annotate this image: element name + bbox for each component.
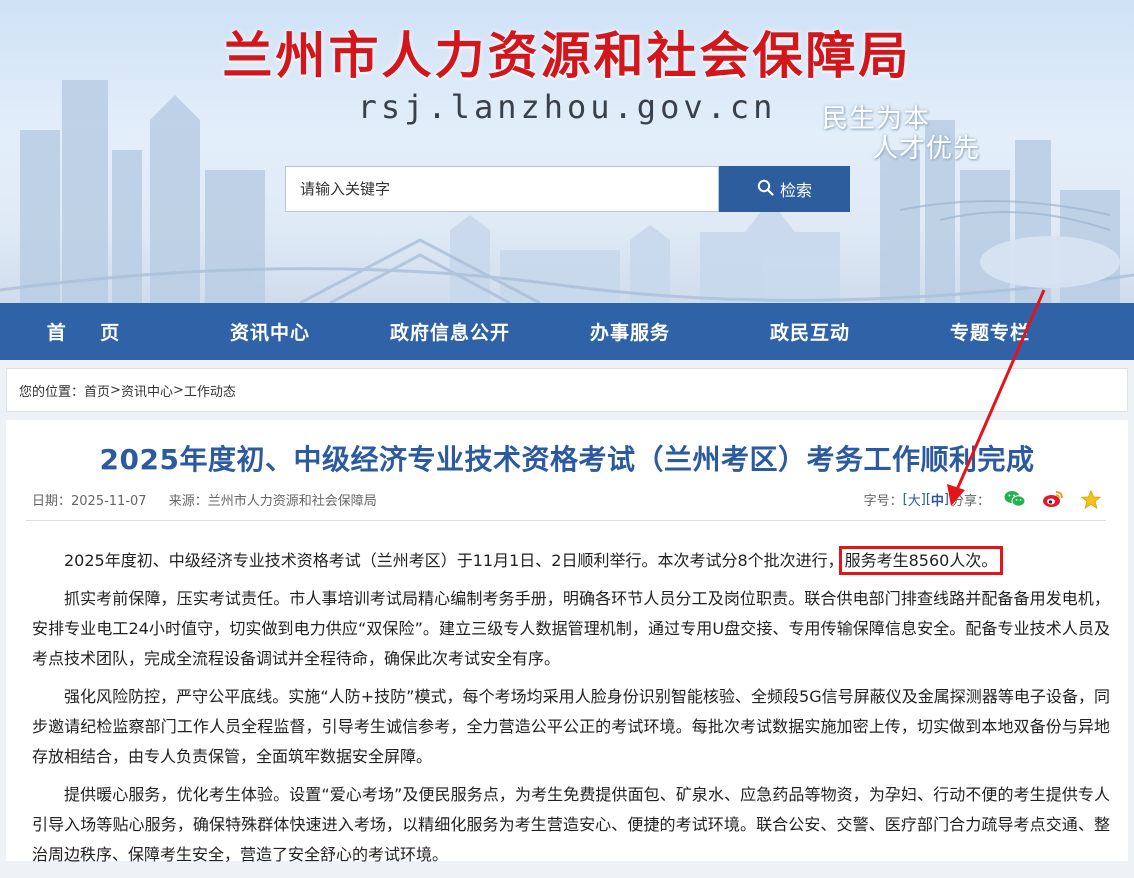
breadcrumb-home-link[interactable]: 首页 <box>84 381 110 400</box>
article-paragraph-3: 强化风险防控，严守公平底线。实施“人防+技防”模式，每个考场均采用人脸身份识别智… <box>32 687 1110 766</box>
wechat-icon[interactable] <box>1002 488 1028 510</box>
article-source: 来源：兰州市人力资源和社会保障局 <box>168 494 377 509</box>
article-body: 2025年度初、中级经济专业技术资格考试（兰州考区）于11月1日、2日顺利举行。… <box>32 546 1110 878</box>
breadcrumb-news-link[interactable]: 资讯中心 <box>121 381 173 400</box>
weibo-icon[interactable] <box>1040 488 1066 510</box>
main-nav: 首 页 资讯中心 政府信息公开 办事服务 政民互动 专题专栏 <box>0 303 1134 360</box>
font-size-medium-button[interactable]: 中 <box>931 490 944 509</box>
font-size-label: 字号： <box>863 493 903 509</box>
breadcrumb: 您的位置： 首页 > 资讯中心 > 工作动态 <box>6 368 1128 412</box>
paragraph-1-text: 2025年度初、中级经济专业技术资格考试（兰州考区）于11月1日、2日顺利举行。… <box>64 551 844 570</box>
search-icon <box>757 179 774 200</box>
breadcrumb-prefix: 您的位置： <box>19 384 85 400</box>
slogan-line-2: 人才优先 <box>872 134 981 164</box>
article-title: 2025年度初、中级经济专业技术资格考试（兰州考区）考务工作顺利完成 <box>99 443 1035 476</box>
article-date: 日期：2025-11-07 <box>32 494 147 509</box>
nav-item-home[interactable]: 首 页 <box>0 303 180 360</box>
nav-item-special-topics[interactable]: 专题专栏 <box>900 303 1080 360</box>
search-input[interactable] <box>286 167 718 211</box>
search-box <box>285 166 719 212</box>
article-panel: 2025年度初、中级经济专业技术资格考试（兰州考区）考务工作顺利完成 日期：20… <box>6 420 1128 864</box>
search-button[interactable]: 检索 <box>719 166 850 212</box>
meta-divider <box>26 520 1106 521</box>
article-paragraph-2: 抓实考前保障，压实考试责任。市人事培训考试局精心编制考务手册，明确各环节人员分工… <box>32 589 1110 668</box>
article-paragraph-1: 2025年度初、中级经济专业技术资格考试（兰州考区）于11月1日、2日顺利举行。… <box>32 546 1110 576</box>
site-title: 兰州市人力资源和社会保障局 <box>222 27 912 85</box>
site-url: rsj.lanzhou.gov.cn <box>357 88 777 126</box>
highlighted-examinee-count: 服务考生8560人次。 <box>838 546 1004 575</box>
article-tools: 字号： [大] [中] 分享： <box>864 488 1104 510</box>
breadcrumb-separator: > <box>110 382 121 398</box>
breadcrumb-work-news-link[interactable]: 工作动态 <box>184 381 236 400</box>
article-paragraph-4: 提供暖心服务，优化考生体验。设置“爱心考场”及便民服务点，为考生免费提供面包、矿… <box>32 785 1110 864</box>
nav-item-government-info[interactable]: 政府信息公开 <box>360 303 540 360</box>
bracket-close: ] <box>943 491 949 507</box>
article-meta: 日期：2025-11-07 来源：兰州市人力资源和社会保障局 <box>32 490 377 509</box>
nav-item-services[interactable]: 办事服务 <box>540 303 720 360</box>
breadcrumb-separator: > <box>172 382 184 398</box>
share-label: 分享： <box>950 493 990 509</box>
header-banner: 兰州市人力资源和社会保障局 rsj.lanzhou.gov.cn 民生为本 人才… <box>0 0 1134 303</box>
favorite-star-icon[interactable] <box>1078 488 1104 510</box>
search-button-label: 检索 <box>779 181 812 200</box>
nav-item-news-center[interactable]: 资讯中心 <box>180 303 360 360</box>
nav-item-interaction[interactable]: 政民互动 <box>720 303 900 360</box>
font-size-large-button[interactable]: 大 <box>908 490 921 509</box>
